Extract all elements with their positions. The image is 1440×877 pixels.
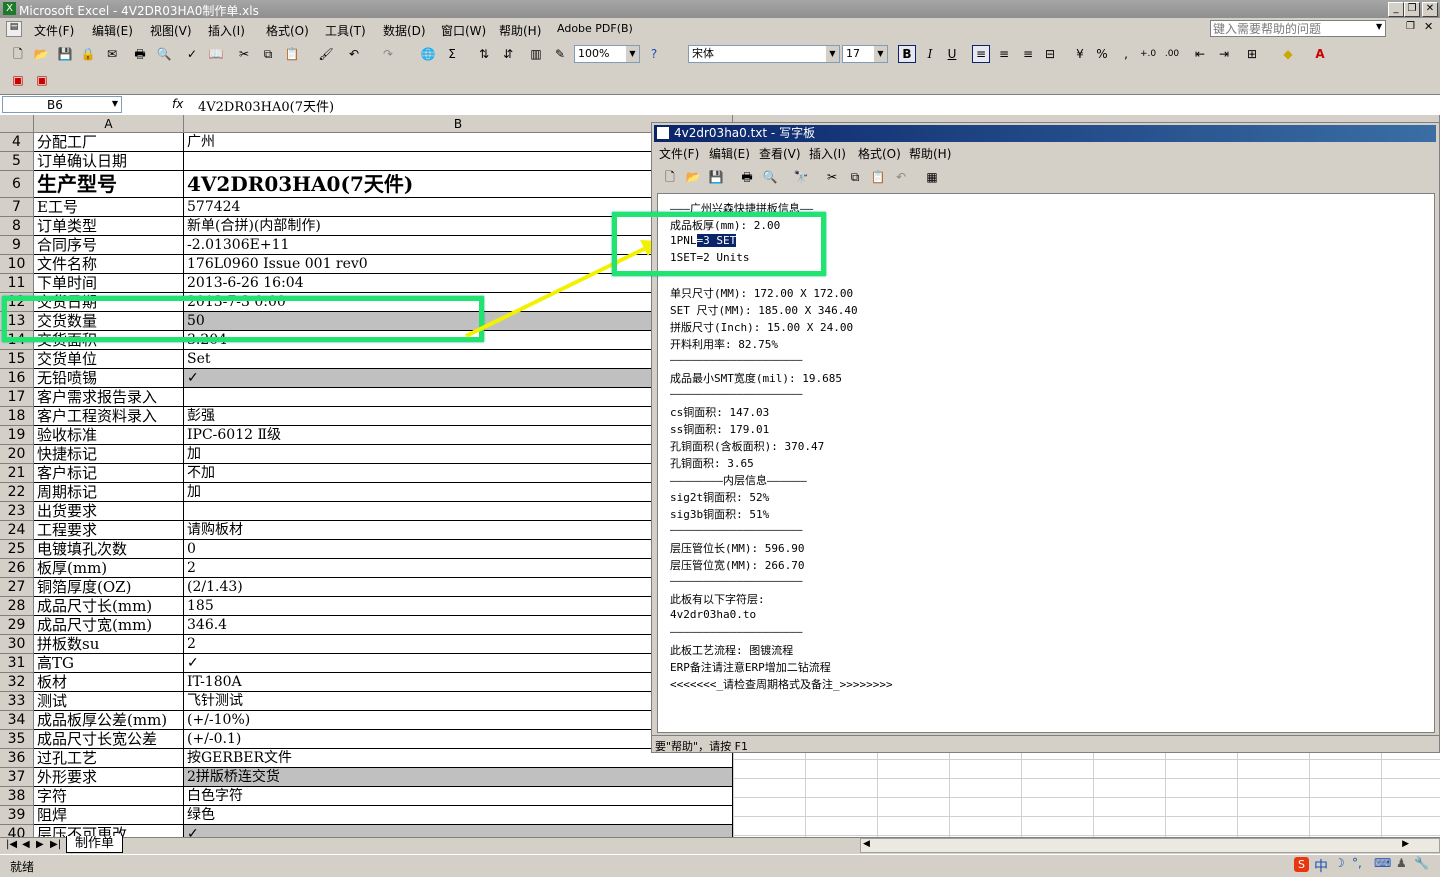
wp-open-icon[interactable]: 📂 xyxy=(685,169,701,185)
wp-cut-icon[interactable]: ✂ xyxy=(824,169,840,185)
wordpad-status-bar: 要"帮助"，请按 F1 xyxy=(652,735,1439,753)
horizontal-scrollbar[interactable]: ◀ ▶ xyxy=(860,838,1440,853)
status-bar: 就绪 S 中 ☽ °, ⌨ ♟ 🔧 xyxy=(0,854,1440,877)
doc-line: 孔铜面积: 3.65 xyxy=(670,457,754,470)
doc-line: ———————————————————— xyxy=(670,574,803,587)
wp-new-icon[interactable]: 🗋 xyxy=(662,169,678,185)
wordpad-toolbar: 🗋 📂 💾 🖶 🔍 🔭 ✂ ⧉ 📋 ↶ ▦ xyxy=(656,165,956,189)
punctuation-icon[interactable]: °, xyxy=(1352,856,1362,870)
wp-paste-icon[interactable]: 📋 xyxy=(870,169,886,185)
next-sheet-icon[interactable]: ▶ xyxy=(36,839,44,850)
wp-datetime-icon[interactable]: ▦ xyxy=(924,169,940,185)
moon-icon[interactable]: ☽ xyxy=(1334,856,1345,870)
doc-line: 开料利用率: 82.75% xyxy=(670,338,778,351)
doc-line: <<<<<<<_请检查周期格式及备注_>>>>>>>> xyxy=(670,678,893,691)
doc-line: ———————————————————— xyxy=(670,625,803,638)
wordpad-title: 4v2dr03ha0.txt - 写字板 xyxy=(674,126,816,140)
doc-line: 层压管位宽(MM): 266.70 xyxy=(670,559,805,572)
doc-line: 孔铜面积(含板面积): 370.47 xyxy=(670,440,825,453)
scroll-left-icon[interactable]: ◀ xyxy=(863,839,870,849)
wordpad-title-bar: 4v2dr03ha0.txt - 写字板 xyxy=(654,125,1436,142)
prev-sheet-icon[interactable]: ◀ xyxy=(22,839,30,850)
wp-find-icon[interactable]: 🔭 xyxy=(793,169,809,185)
keyboard-icon[interactable]: ⌨ xyxy=(1374,856,1391,870)
doc-line: 4v2dr03ha0.to xyxy=(670,608,757,621)
highlight-box-wordpad xyxy=(612,212,826,276)
scroll-right-icon[interactable]: ▶ xyxy=(1402,839,1409,849)
wp-preview-icon[interactable]: 🔍 xyxy=(762,169,778,185)
wordpad-status-text: 要"帮助"，请按 F1 xyxy=(655,740,748,753)
wp-menu-edit[interactable]: 编辑(E) xyxy=(709,145,750,162)
system-tray: S 中 ☽ °, ⌨ ♟ 🔧 xyxy=(1292,856,1438,875)
wp-menu-insert[interactable]: 插入(I) xyxy=(809,145,846,162)
wordpad-menu: 文件(F) 编辑(E) 查看(V) 插入(I) 格式(O) 帮助(H) xyxy=(652,143,1437,161)
user-icon[interactable]: ♟ xyxy=(1396,856,1407,870)
doc-line: sig3b铜面积: 51% xyxy=(670,508,770,521)
wp-save-icon[interactable]: 💾 xyxy=(708,169,724,185)
wp-menu-file[interactable]: 文件(F) xyxy=(659,145,699,162)
doc-line: ERP备注请注意ERP增加二钻流程 xyxy=(670,661,831,674)
wordpad-icon xyxy=(657,127,669,139)
wp-print-icon[interactable]: 🖶 xyxy=(739,169,755,185)
doc-line: 拼版尺寸(Inch): 15.00 X 24.00 xyxy=(670,321,854,334)
first-sheet-icon[interactable]: |◀ xyxy=(6,839,17,850)
doc-line: 单只尺寸(MM): 172.00 X 172.00 xyxy=(670,287,854,300)
doc-line: cs铜面积: 147.03 xyxy=(670,406,770,419)
wp-undo-icon[interactable]: ↶ xyxy=(893,169,909,185)
last-sheet-icon[interactable]: ▶| xyxy=(50,839,61,850)
doc-line: ———————————————————— xyxy=(670,387,803,400)
doc-line: 此板有以下字符层: xyxy=(670,593,765,606)
wp-menu-help[interactable]: 帮助(H) xyxy=(909,145,951,162)
doc-line: 层压管位长(MM): 596.90 xyxy=(670,542,805,555)
sogou-icon[interactable]: S xyxy=(1294,857,1309,872)
wp-menu-format[interactable]: 格式(O) xyxy=(858,145,901,162)
doc-line: ———————————————————— xyxy=(670,523,803,536)
sheet-tab[interactable]: 制作单 xyxy=(66,836,124,853)
doc-line: ———————————————————— xyxy=(670,353,803,366)
doc-line: 成品最小SMT宽度(mil): 19.685 xyxy=(670,372,842,385)
sheet-tabs-bar: |◀ ◀ ▶ ▶| 制作单 ◀ ▶ xyxy=(0,836,1440,855)
wrench-icon[interactable]: 🔧 xyxy=(1414,856,1429,870)
wp-menu-view[interactable]: 查看(V) xyxy=(759,145,801,162)
doc-line: ss铜面积: 179.01 xyxy=(670,423,770,436)
wp-copy-icon[interactable]: ⧉ xyxy=(847,169,863,185)
doc-line: sig2t铜面积: 52% xyxy=(670,491,770,504)
status-text: 就绪 xyxy=(10,860,35,874)
doc-line: 此板工艺流程: 图镀流程 xyxy=(670,644,794,657)
ime-mode-icon[interactable]: 中 xyxy=(1314,856,1328,876)
doc-line: SET 尺寸(MM): 185.00 X 346.40 xyxy=(670,304,858,317)
doc-line: ————————内层信息—————— xyxy=(670,474,807,487)
